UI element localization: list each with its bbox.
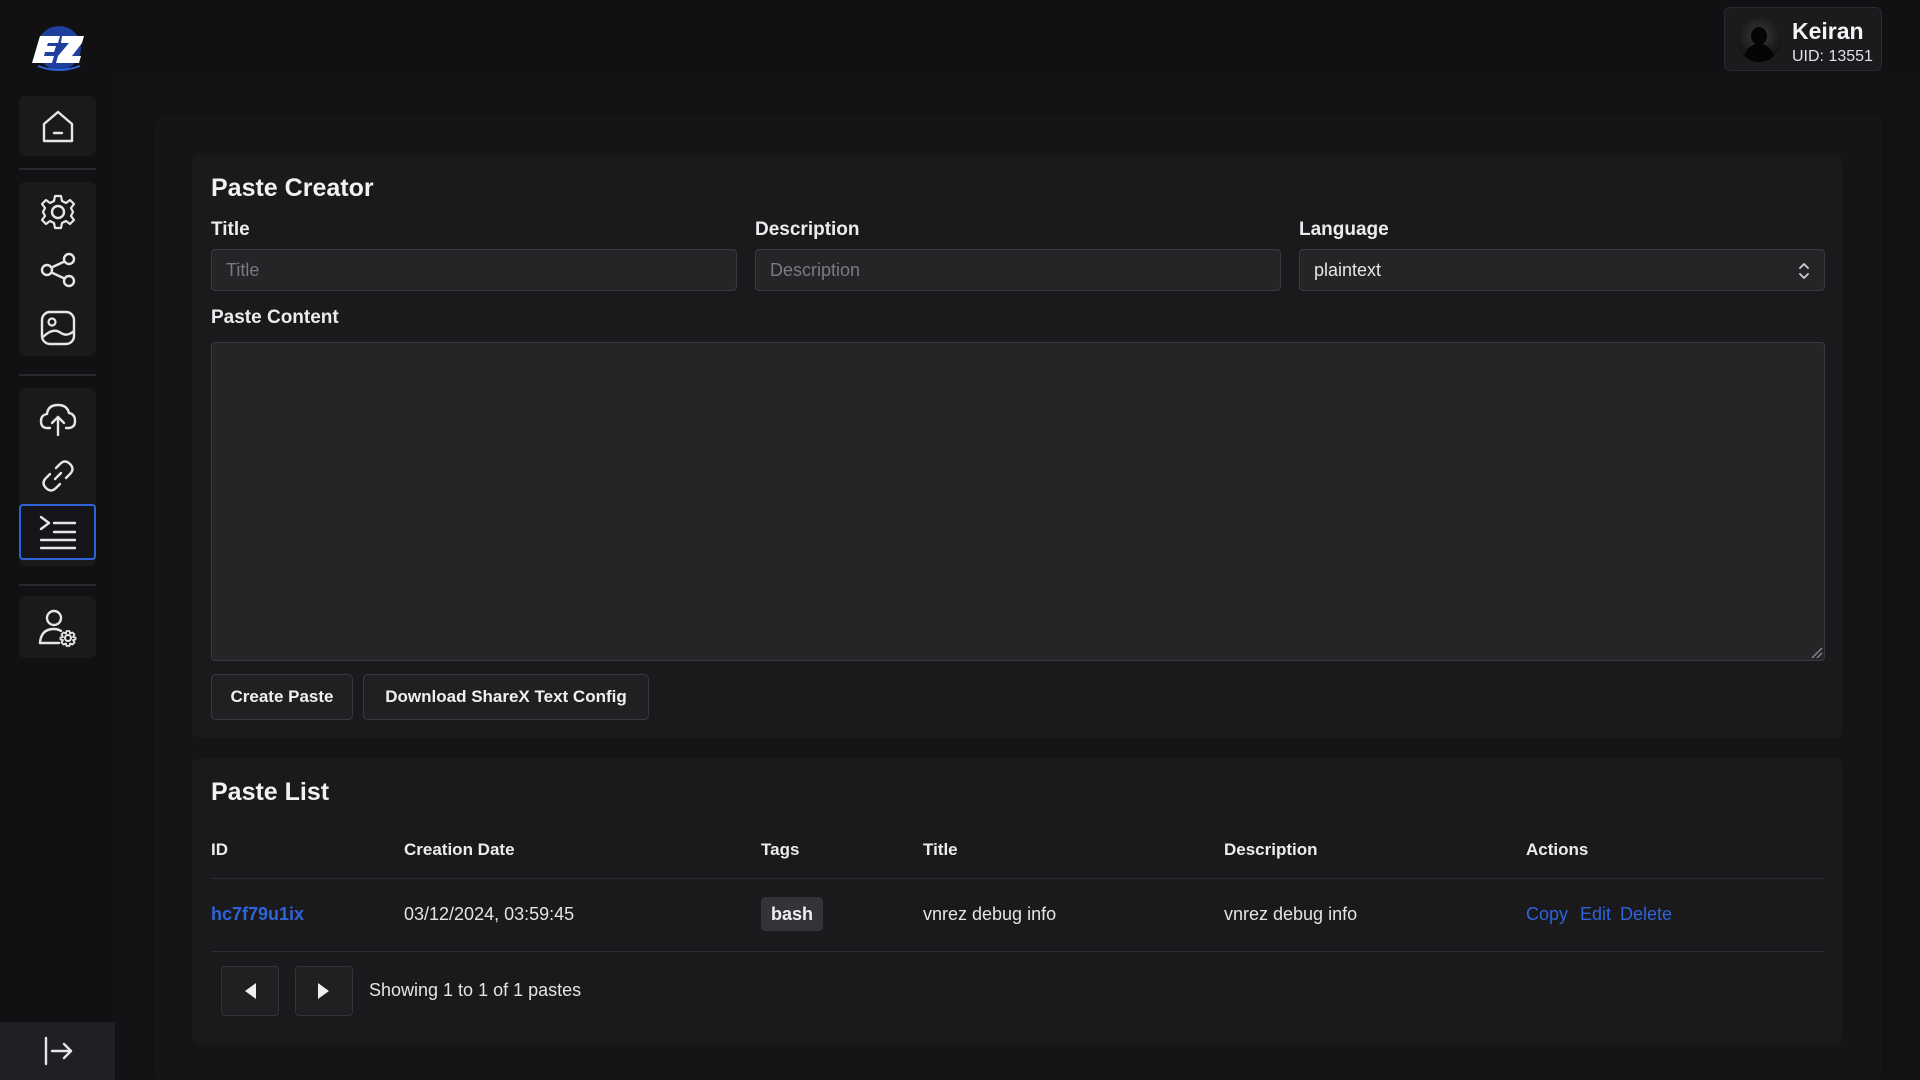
sidebar-item-upload[interactable] (19, 390, 96, 446)
resize-handle-icon[interactable] (1809, 645, 1823, 659)
cloud-upload-icon (39, 403, 76, 437)
nav-divider (19, 168, 96, 170)
download-sharex-config-button[interactable]: Download ShareX Text Config (363, 674, 649, 720)
user-name: Keiran (1792, 18, 1864, 44)
paste-description: vnrez debug info (1224, 904, 1358, 924)
home-icon (42, 110, 73, 143)
top-bar: Keiran UID: 13551 (0, 0, 1920, 78)
edit-link[interactable]: Edit (1580, 904, 1611, 925)
table-divider (211, 878, 1824, 879)
caret-right-icon (318, 983, 329, 999)
terminal-list-icon (39, 515, 76, 550)
chevron-updown-icon (1799, 263, 1809, 279)
logout-icon (44, 1036, 72, 1066)
nav-group-config (19, 182, 96, 356)
language-label: Language (1299, 219, 1389, 240)
column-header-description: Description (1224, 840, 1318, 859)
paste-list-title: Paste List (211, 778, 330, 806)
sidebar-item-shortener[interactable] (19, 448, 96, 504)
sidebar-item-account[interactable] (19, 599, 96, 655)
nav-divider (19, 374, 96, 376)
paste-title: vnrez debug info (923, 904, 1057, 924)
column-header-actions: Actions (1526, 840, 1589, 859)
sidebar (0, 78, 115, 1080)
delete-link[interactable]: Delete (1620, 904, 1672, 925)
paste-creation-date: 03/12/2024, 03:59:45 (404, 904, 575, 924)
description-label: Description (755, 219, 860, 240)
image-icon (40, 310, 75, 346)
column-header-tags: Tags (761, 840, 800, 859)
copy-link[interactable]: Copy (1526, 904, 1568, 925)
pagination-status: Showing 1 to 1 of 1 pastes (369, 980, 582, 1000)
sidebar-item-settings[interactable] (19, 184, 96, 240)
user-gear-icon (38, 609, 76, 647)
table-divider (211, 951, 1824, 952)
paste-list-card (192, 758, 1843, 1045)
ez-logo[interactable] (26, 22, 88, 74)
sidebar-item-home[interactable] (19, 98, 96, 154)
nav-group-main (19, 96, 96, 156)
sidebar-item-paste[interactable] (19, 504, 96, 560)
language-select[interactable]: plaintext (1299, 249, 1825, 291)
logout-button[interactable] (0, 1022, 115, 1080)
avatar (1737, 18, 1781, 62)
prev-page-button[interactable] (221, 966, 279, 1016)
user-uid: UID: 13551 (1792, 48, 1873, 65)
paste-content-textarea[interactable] (211, 342, 1825, 661)
share-icon (40, 252, 75, 288)
description-input[interactable] (755, 249, 1281, 291)
sidebar-item-share[interactable] (19, 242, 96, 298)
link-icon (41, 460, 74, 492)
column-header-title: Title (923, 840, 958, 859)
nav-group-account (19, 596, 96, 658)
sidebar-item-gallery[interactable] (19, 300, 96, 356)
caret-left-icon (245, 983, 256, 999)
create-paste-button[interactable]: Create Paste (211, 674, 353, 720)
title-label: Title (211, 219, 250, 240)
column-header-creation-date: Creation Date (404, 840, 515, 859)
language-select-value: plaintext (1314, 259, 1382, 280)
user-profile-chip[interactable]: Keiran UID: 13551 (1724, 7, 1882, 71)
column-header-id: ID (211, 840, 228, 859)
next-page-button[interactable] (295, 966, 353, 1016)
title-input[interactable] (211, 249, 737, 291)
paste-content-label: Paste Content (211, 307, 339, 328)
nav-divider (19, 584, 96, 586)
tag-badge: bash (761, 897, 824, 931)
nav-group-tools (19, 388, 96, 566)
paste-id-link[interactable]: hc7f79u1ix (211, 904, 304, 925)
gear-icon (40, 194, 75, 230)
paste-creator-title: Paste Creator (211, 174, 374, 202)
